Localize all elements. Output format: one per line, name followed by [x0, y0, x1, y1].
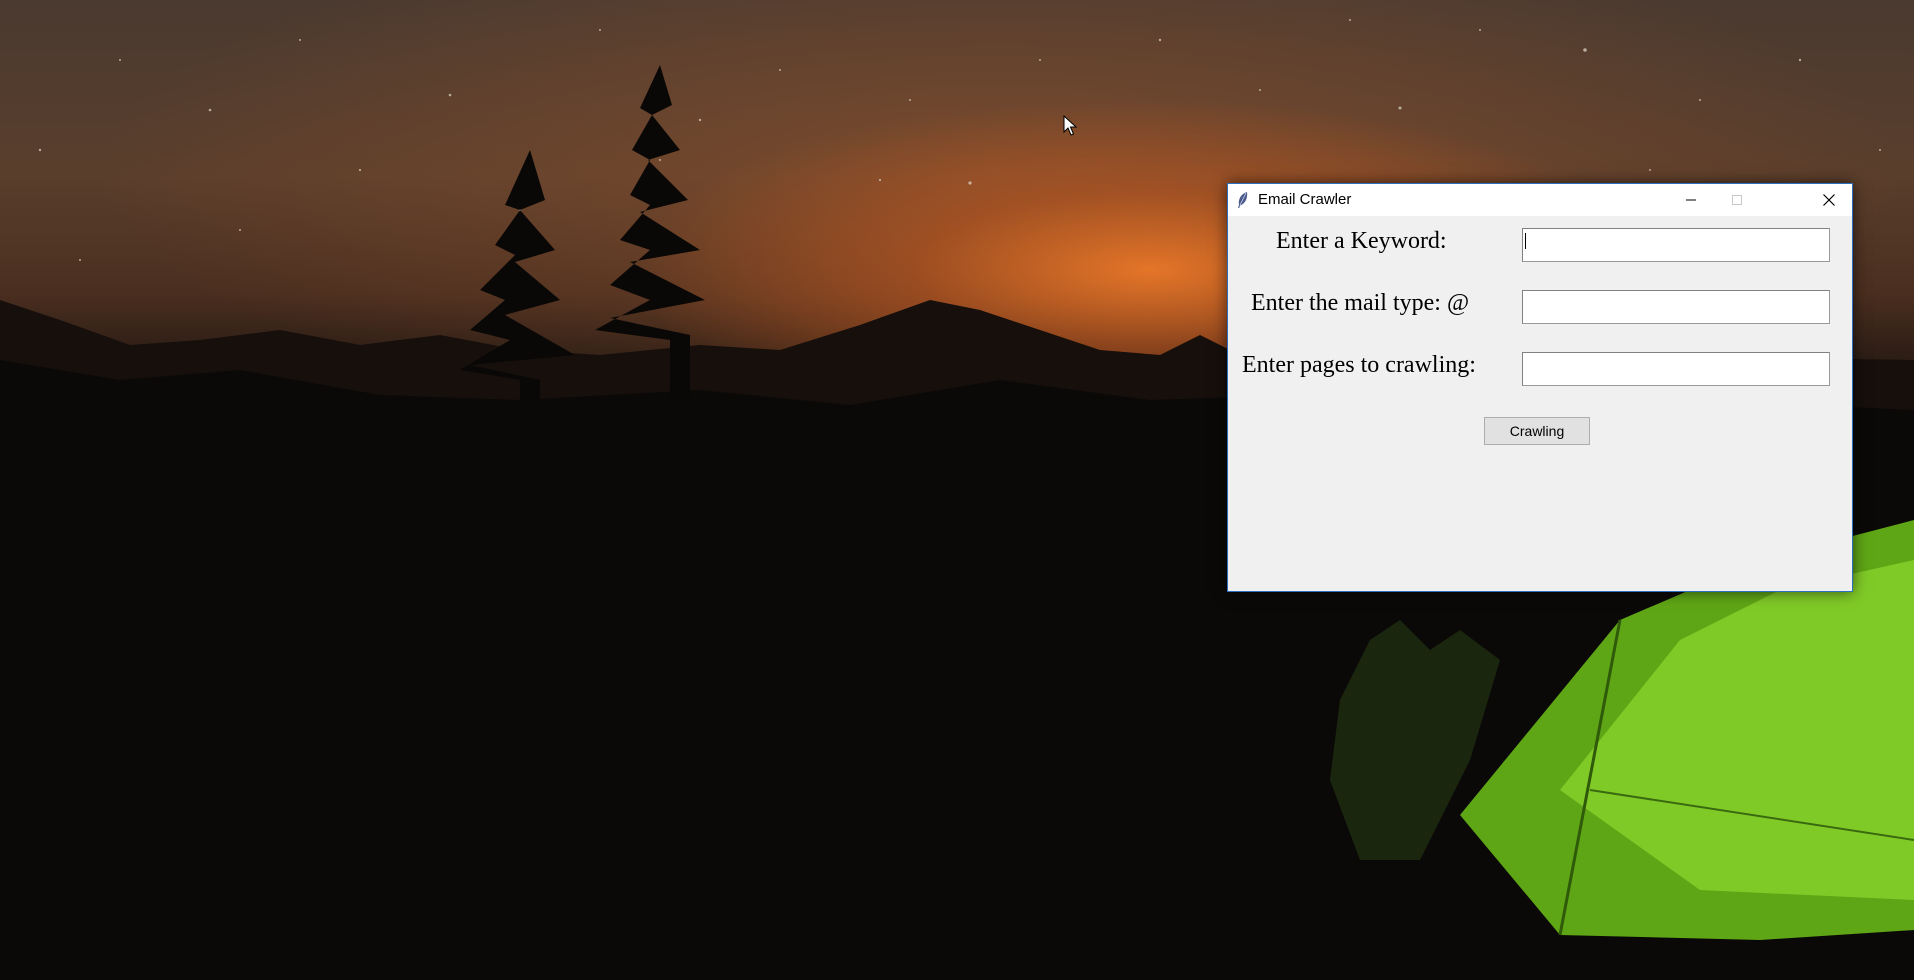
close-button[interactable] [1806, 184, 1852, 216]
maximize-button[interactable] [1714, 184, 1760, 216]
keyword-input[interactable] [1522, 228, 1830, 262]
mail-type-input[interactable] [1522, 290, 1830, 324]
email-crawler-window: Email Crawler Enter a Keyword: Enter the… [1227, 183, 1853, 592]
close-icon [1823, 194, 1835, 206]
title-bar[interactable]: Email Crawler [1228, 184, 1852, 216]
maximize-icon [1732, 195, 1742, 205]
crawling-button[interactable]: Crawling [1484, 417, 1590, 445]
minimize-icon [1686, 199, 1696, 201]
mail-type-label: Enter the mail type: @ [1251, 290, 1470, 316]
pages-input[interactable] [1522, 352, 1830, 386]
mouse-cursor-icon [1063, 115, 1077, 136]
keyword-label: Enter a Keyword: [1276, 228, 1447, 254]
text-caret [1525, 233, 1526, 249]
minimize-button[interactable] [1668, 184, 1714, 216]
pages-label: Enter pages to crawling: [1242, 352, 1476, 378]
feather-icon [1238, 192, 1248, 208]
window-title: Email Crawler [1258, 191, 1352, 208]
